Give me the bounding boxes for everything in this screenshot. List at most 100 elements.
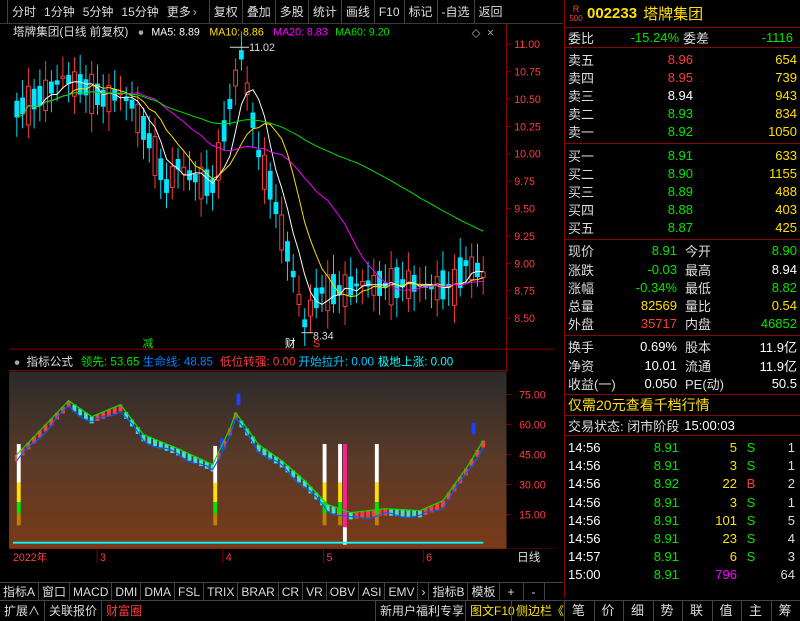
chevron-right-icon[interactable]: › xyxy=(418,582,430,601)
sidebar-link[interactable]: 侧边栏《 xyxy=(511,600,568,621)
bid-row-price: 8.91 xyxy=(667,147,693,163)
side-tab-6[interactable]: 主 xyxy=(741,601,769,621)
close-icon[interactable]: × xyxy=(487,27,494,40)
tab-brar[interactable]: BRAR xyxy=(238,582,279,601)
stat-label: 换手 xyxy=(568,340,595,356)
plus-button[interactable]: + xyxy=(500,582,524,601)
candle-body xyxy=(158,158,164,180)
tab-dmi[interactable]: DMI xyxy=(112,582,142,601)
stat-row: 换手 0.69% 股本 11.9亿 xyxy=(565,338,800,356)
stat-value: 82569 xyxy=(640,298,677,314)
stat-value: 11.9亿 xyxy=(759,358,797,374)
candle-body xyxy=(77,74,83,95)
tab-vr[interactable]: VR xyxy=(303,582,327,601)
stat-label: 涨幅 xyxy=(568,280,595,296)
ask-row-label: 卖四 xyxy=(568,70,595,86)
tab-5min[interactable]: 5分钟 xyxy=(79,0,118,24)
btn-tongji[interactable]: 统计 xyxy=(307,0,341,24)
btn-diejia[interactable]: 叠加 xyxy=(241,0,275,24)
bid-row-label: 买二 xyxy=(568,166,595,182)
signal-white xyxy=(374,444,379,483)
tab-trix[interactable]: TRIX xyxy=(204,582,239,601)
bid-row[interactable]: 买五 8.87 425 xyxy=(565,219,800,237)
tick-bs: S xyxy=(746,512,756,528)
stat-value: -0.03 xyxy=(647,261,677,277)
price-tick: 8.75 xyxy=(514,286,535,298)
tick-price: 8.92 xyxy=(653,476,679,492)
tick-count: 1 xyxy=(787,439,795,455)
tab-obv[interactable]: OBV xyxy=(327,582,360,601)
tick-price: 8.91 xyxy=(653,567,679,583)
btn-zixuan[interactable]: -自选 xyxy=(436,0,474,24)
stat-label: 涨跌 xyxy=(568,262,595,278)
btn-huaxian[interactable]: 画线 xyxy=(340,0,374,24)
side-tab-0[interactable]: 笔 xyxy=(564,601,592,621)
candle-body xyxy=(20,97,25,115)
side-tab-1[interactable]: 价 xyxy=(593,601,622,621)
side-tab-7[interactable]: 筹 xyxy=(770,601,799,621)
bid-row[interactable]: 买一 8.91 633 xyxy=(565,146,800,164)
btn-fanhui[interactable]: 返回 xyxy=(473,0,507,24)
tab-15min[interactable]: 15分钟 xyxy=(117,0,162,24)
candle-body xyxy=(135,103,141,134)
btn-biaoji[interactable]: 标记 xyxy=(403,0,437,24)
sub-settings-dot-icon[interactable]: ● xyxy=(14,357,20,369)
ask-row-label: 卖一 xyxy=(568,125,595,141)
btn-f10[interactable]: F10 xyxy=(373,0,404,24)
tab-moban[interactable]: 模板 xyxy=(468,582,500,601)
candle-body xyxy=(279,214,285,251)
side-tab-4[interactable]: 联 xyxy=(682,601,710,621)
tab-macd[interactable]: MACD xyxy=(70,582,113,601)
candle-body xyxy=(290,270,296,278)
tab-1min[interactable]: 1分钟 xyxy=(40,0,79,24)
tab-cr[interactable]: CR xyxy=(279,582,304,601)
candle-body xyxy=(434,276,440,301)
minus-button[interactable]: - xyxy=(524,582,545,601)
tick-row: 14:56 8.91 23 S 4 xyxy=(565,529,800,547)
promo-link[interactable]: 仅需20元查看千档行情 xyxy=(565,395,710,415)
tab-more[interactable]: 更多 › xyxy=(163,0,201,24)
settings-dot-icon[interactable]: ● xyxy=(138,27,144,39)
ask-row[interactable]: 卖三 8.94 943 xyxy=(565,86,800,104)
bid-row[interactable]: 买四 8.88 403 xyxy=(565,201,800,219)
bid-row[interactable]: 买三 8.89 488 xyxy=(565,182,800,200)
newuser-welfare-link[interactable]: 新用户福利专享 xyxy=(375,600,468,621)
side-tab-3[interactable]: 势 xyxy=(652,601,681,621)
ask-row[interactable]: 卖一 8.92 1050 xyxy=(565,123,800,141)
ask-row-label: 卖三 xyxy=(568,88,595,104)
expand-button[interactable]: 扩展∧ xyxy=(0,601,44,621)
tab-asi[interactable]: ASI xyxy=(359,582,386,601)
ask-row[interactable]: 卖二 8.93 834 xyxy=(565,105,800,123)
stat-row: 收益(一) 0.050 PE(动) 50.5 xyxy=(565,374,800,392)
candle-body xyxy=(388,268,394,306)
ask-row-price: 8.94 xyxy=(667,87,693,103)
ask-row-price: 8.96 xyxy=(667,51,693,67)
kline-chart[interactable]: 11.00 10.75 10.50 10.25 10.00 9.75 9.50 9.25 9.0… xyxy=(0,24,563,564)
ask-row[interactable]: 卖五 8.96 654 xyxy=(565,50,800,68)
tab-fenshi[interactable]: 分时 xyxy=(8,0,40,24)
candle-body xyxy=(192,173,198,183)
tab-zhibiao-a[interactable]: 指标A xyxy=(0,582,40,601)
tick-time: 14:56 xyxy=(568,458,601,474)
related-quote-button[interactable]: 关联报价 xyxy=(44,600,101,621)
tab-fsl[interactable]: FSL xyxy=(175,582,205,601)
ask-row[interactable]: 卖四 8.95 739 xyxy=(565,68,800,86)
bid-row[interactable]: 买二 8.90 1155 xyxy=(565,164,800,182)
side-tab-5[interactable]: 值 xyxy=(711,601,740,621)
sub-tick: 60.00 xyxy=(519,420,546,432)
tab-chuangkou[interactable]: 窗口 xyxy=(39,582,71,601)
diamond-icon[interactable]: ◇ xyxy=(472,27,482,40)
signal-yellow xyxy=(338,482,342,503)
ask-row-price: 8.92 xyxy=(667,124,693,140)
tab-emv[interactable]: EMV xyxy=(385,582,419,601)
tick-vol: 3 xyxy=(729,494,737,510)
btn-fuquan[interactable]: 复权 xyxy=(208,0,242,24)
tab-zhibiao-b[interactable]: 指标B xyxy=(429,582,469,601)
tab-dma[interactable]: DMA xyxy=(141,582,176,601)
btn-duogu[interactable]: 多股 xyxy=(274,0,308,24)
signal-orange xyxy=(213,513,218,526)
price-tick: 10.00 xyxy=(514,149,541,161)
wealth-circle-button[interactable]: 财富圈 xyxy=(101,600,146,621)
readout-jidishangzhang: 极地上涨: 0.00 xyxy=(378,355,453,369)
side-tab-2[interactable]: 细 xyxy=(623,601,651,621)
